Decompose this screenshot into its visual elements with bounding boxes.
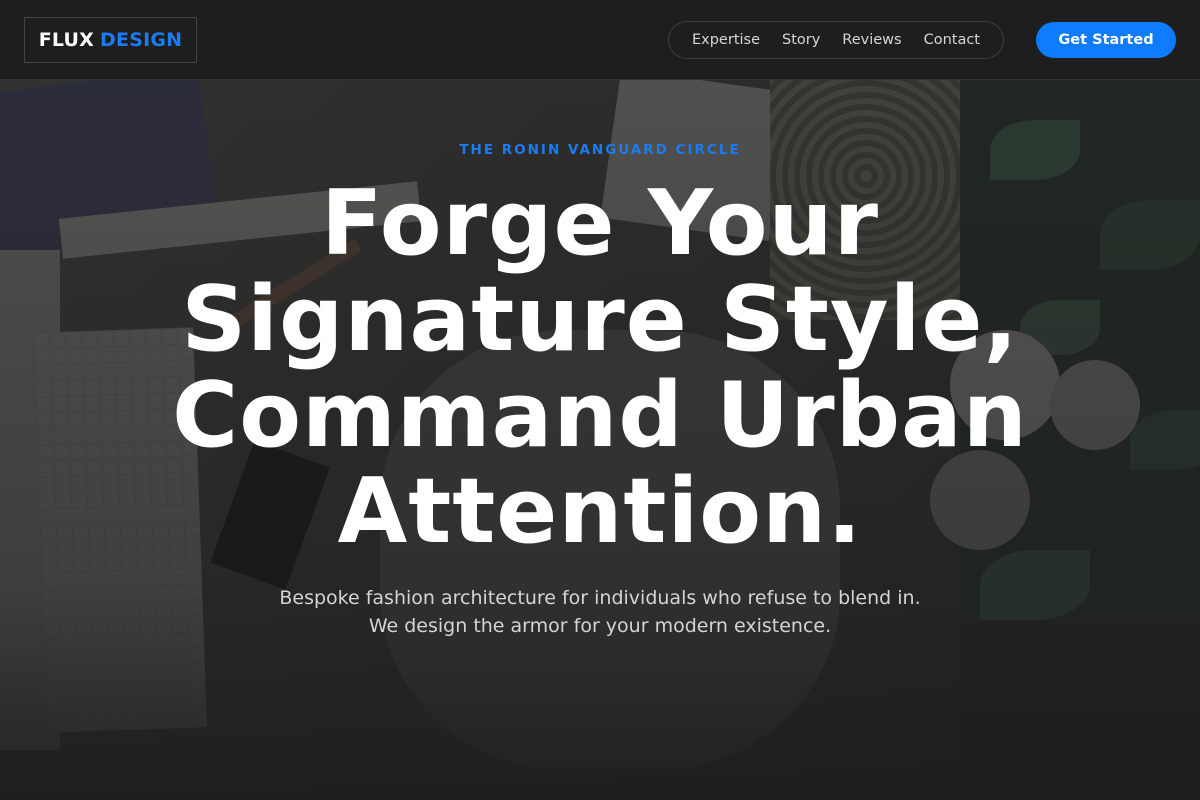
- logo-text-accent: DESIGN: [100, 29, 183, 51]
- landing-page: FLUX DESIGN Expertise Story Reviews Cont…: [0, 0, 1200, 800]
- brand-logo[interactable]: FLUX DESIGN: [24, 17, 197, 63]
- nav-link-expertise[interactable]: Expertise: [692, 32, 760, 48]
- hero-subheadline: Bespoke fashion architecture for individ…: [279, 587, 921, 637]
- nav-link-contact[interactable]: Contact: [924, 32, 980, 48]
- hero-section: THE RONIN VANGUARD CIRCLE Forge Your Sig…: [0, 80, 1200, 800]
- hero-eyebrow: THE RONIN VANGUARD CIRCLE: [459, 142, 741, 158]
- nav-link-reviews[interactable]: Reviews: [842, 32, 901, 48]
- get-started-button[interactable]: Get Started: [1036, 22, 1176, 58]
- site-header: FLUX DESIGN Expertise Story Reviews Cont…: [0, 0, 1200, 80]
- nav-link-story[interactable]: Story: [782, 32, 820, 48]
- hero-headline: Forge Your Signature Style, Command Urba…: [172, 171, 1028, 564]
- main-nav: Expertise Story Reviews Contact: [668, 21, 1004, 59]
- logo-text-primary: FLUX: [38, 29, 95, 51]
